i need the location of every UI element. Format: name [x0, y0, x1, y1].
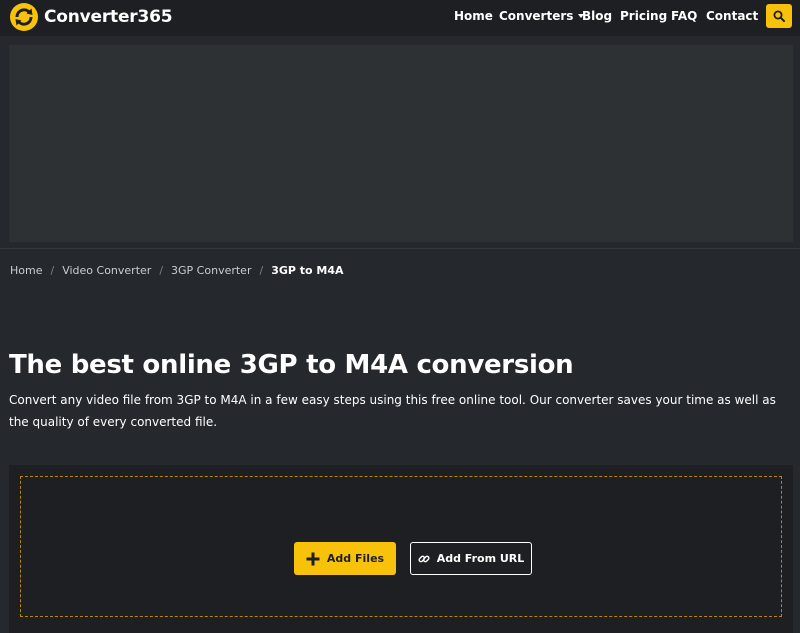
- nav-contact[interactable]: Contact: [706, 9, 758, 23]
- nav-converters-label: Converters: [499, 9, 574, 23]
- nav-converters[interactable]: Converters: [499, 9, 585, 23]
- breadcrumb-separator: /: [50, 264, 55, 277]
- breadcrumb-home[interactable]: Home: [10, 264, 42, 277]
- link-icon: [418, 553, 430, 565]
- top-navbar: Converter365 Home Converters Blog Pricin…: [0, 0, 800, 36]
- search-icon: [773, 10, 785, 22]
- breadcrumb-video-converter[interactable]: Video Converter: [62, 264, 151, 277]
- page-title: The best online 3GP to M4A conversion: [9, 350, 574, 380]
- breadcrumb-3gp-converter[interactable]: 3GP Converter: [171, 264, 251, 277]
- add-from-url-button[interactable]: Add From URL: [410, 542, 532, 575]
- nav-blog[interactable]: Blog: [582, 9, 612, 23]
- breadcrumb-separator: /: [159, 264, 164, 277]
- nav-pricing[interactable]: Pricing: [620, 9, 667, 23]
- logo[interactable]: Converter365: [10, 2, 173, 32]
- nav-home[interactable]: Home: [454, 9, 493, 23]
- nav-faq[interactable]: FAQ: [671, 9, 697, 23]
- refresh-arrows-icon: [10, 3, 38, 31]
- breadcrumb-separator: /: [259, 264, 264, 277]
- breadcrumb: Home / Video Converter / 3GP Converter /…: [10, 264, 344, 277]
- breadcrumb-current: 3GP to M4A: [271, 264, 344, 277]
- file-dropzone[interactable]: Add Files Add From URL: [20, 476, 782, 617]
- add-files-button[interactable]: Add Files: [294, 542, 396, 575]
- add-files-label: Add Files: [326, 552, 385, 565]
- search-button[interactable]: [766, 4, 792, 28]
- upload-panel: Add Files Add From URL: [9, 465, 793, 633]
- page-description: Convert any video file from 3GP to M4A i…: [9, 393, 776, 429]
- ad-banner: [9, 45, 793, 242]
- add-from-url-label: Add From URL: [436, 552, 525, 565]
- logo-text: Converter365: [44, 7, 173, 27]
- divider: [0, 248, 800, 249]
- plus-icon: [306, 552, 320, 566]
